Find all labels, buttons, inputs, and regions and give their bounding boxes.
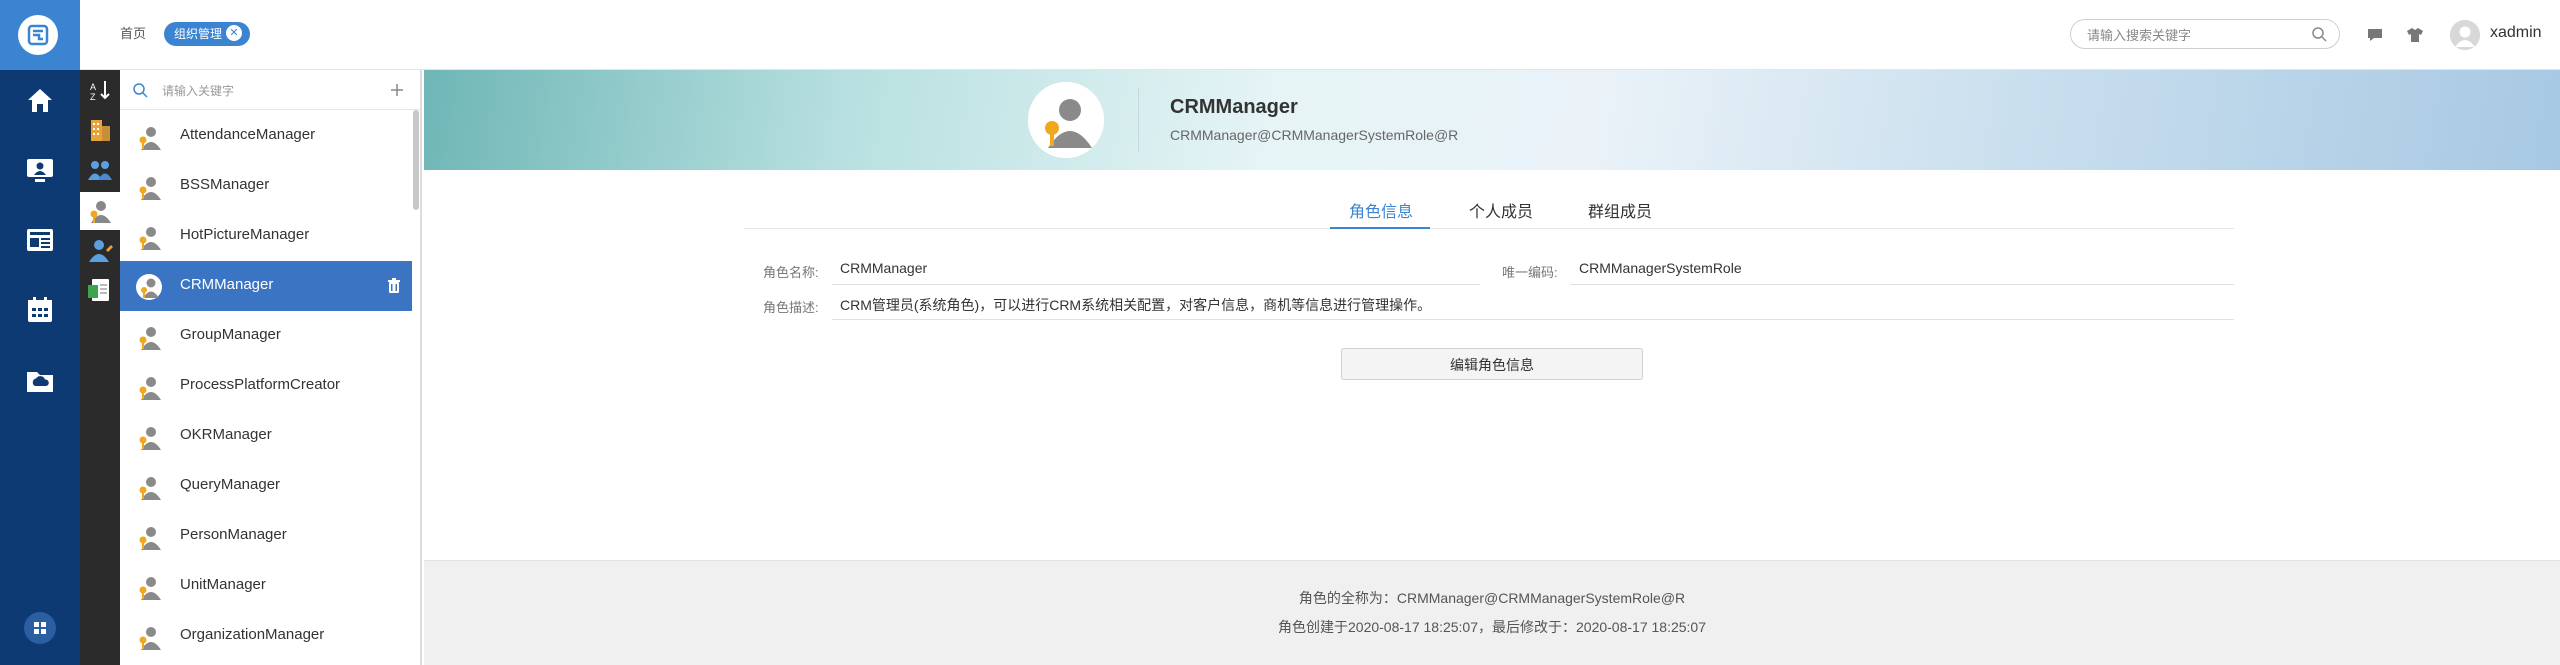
list-item[interactable]: BSSManager: [120, 161, 412, 211]
role-icon: [139, 427, 161, 450]
username[interactable]: xadmin: [2490, 24, 2542, 42]
monitor-person-icon[interactable]: [24, 154, 56, 186]
field-underline: [832, 284, 1480, 285]
search-icon[interactable]: [132, 82, 148, 98]
list-item-label: ProcessPlatformCreator: [180, 376, 341, 393]
list-item[interactable]: GroupManager: [120, 311, 412, 361]
app-logo-icon: [18, 15, 58, 55]
message-icon[interactable]: [2366, 26, 2384, 44]
role-icon: [139, 527, 161, 550]
role-full-id: CRMManager@CRMManagerSystemRole@R: [1170, 127, 1459, 143]
unique-code-value: CRMManagerSystemRole: [1579, 260, 1742, 276]
sort-icon[interactable]: AZ: [86, 76, 114, 104]
person-edit-icon[interactable]: [86, 236, 114, 264]
role-description-value: CRM管理员(系统角色)，可以进行CRM系统相关配置，对客户信息，商机等信息进行…: [840, 297, 1432, 313]
list-item[interactable]: OKRManager: [120, 411, 412, 461]
role-icon: [86, 197, 114, 225]
role-description-label: 角色描述:: [763, 300, 819, 315]
role-full-name-text: 角色的全称为：CRMManager@CRMManagerSystemRole@R: [1298, 590, 1686, 606]
role-icon: [139, 327, 161, 350]
list-search-input[interactable]: [160, 81, 364, 101]
role-name-value: CRMManager: [840, 260, 928, 276]
active-tab-indicator: [1330, 227, 1430, 229]
role-icon: [139, 477, 161, 500]
grid-apps-icon[interactable]: [24, 612, 56, 644]
edit-role-button[interactable]: 编辑角色信息: [1341, 348, 1643, 380]
list-item-label: AttendanceManager: [180, 126, 316, 143]
field-underline: [832, 319, 2234, 320]
field-underline: [1570, 284, 2234, 285]
list-item-label: CRMManager: [180, 276, 274, 293]
detail-footer: [424, 560, 2560, 665]
role-name-label: 角色名称:: [763, 265, 819, 280]
tab-personal-members[interactable]: 个人成员: [1469, 198, 1533, 222]
role-icon: [139, 377, 161, 400]
list-item[interactable]: ProcessPlatformCreator: [120, 361, 412, 411]
global-search: [2070, 19, 2340, 49]
unique-code-label: 唯一编码:: [1502, 265, 1558, 280]
list-item-label: OKRManager: [180, 426, 272, 443]
role-icon: [139, 127, 161, 150]
list-item-selected[interactable]: CRMManager: [120, 261, 412, 311]
tab-home[interactable]: 首页: [112, 22, 154, 46]
list-item-label: OrganizationManager: [180, 626, 325, 643]
tab-role-info[interactable]: 角色信息: [1349, 198, 1413, 222]
role-icon: [139, 577, 161, 600]
role-banner: [424, 70, 2560, 170]
list-item[interactable]: UnitManager: [120, 561, 412, 611]
home-icon[interactable]: [24, 84, 56, 116]
document-icon[interactable]: [86, 276, 114, 304]
close-tab-icon[interactable]: ✕: [226, 25, 242, 41]
cloud-folder-icon[interactable]: [24, 364, 56, 396]
role-icon: [139, 627, 161, 650]
list-item-label: GroupManager: [180, 326, 281, 343]
role-avatar: [1028, 82, 1104, 158]
list-item-label: PersonManager: [180, 526, 287, 543]
shirt-theme-icon[interactable]: [2406, 26, 2424, 44]
banner-divider: [1138, 88, 1139, 152]
role-icon: [136, 274, 162, 300]
list-item-label: BSSManager: [180, 176, 270, 193]
role-icon: [139, 177, 161, 200]
list-item[interactable]: PersonManager: [120, 511, 412, 561]
list-item[interactable]: AttendanceManager: [120, 111, 412, 161]
list-item[interactable]: HotPictureManager: [120, 211, 412, 261]
group-icon[interactable]: [86, 156, 114, 184]
list-item[interactable]: QueryManager: [120, 461, 412, 511]
trash-icon[interactable]: [386, 278, 402, 294]
list-item-label: UnitManager: [180, 576, 266, 593]
global-search-input[interactable]: [2085, 24, 2299, 46]
role-title: CRMManager: [1170, 96, 1298, 118]
search-icon[interactable]: [2311, 26, 2327, 42]
list-item-label: HotPictureManager: [180, 226, 310, 243]
svg-text:A: A: [90, 82, 96, 92]
svg-text:Z: Z: [90, 92, 96, 102]
list-item[interactable]: OrganizationManager: [120, 611, 412, 661]
list-search-bar: [120, 70, 420, 110]
role-icon: [139, 227, 161, 250]
role-timestamps-text: 角色创建于2020-08-17 18:25:07，最后修改于：2020-08-1…: [1278, 619, 1706, 635]
calendar-icon[interactable]: [24, 294, 56, 326]
tab-divider: [744, 228, 2234, 229]
user-avatar[interactable]: [2450, 20, 2480, 50]
tab-group-members[interactable]: 群组成员: [1588, 198, 1652, 222]
building-icon[interactable]: [86, 116, 114, 144]
newspaper-icon[interactable]: [24, 224, 56, 256]
list-item-label: QueryManager: [180, 476, 281, 493]
add-icon[interactable]: [390, 83, 404, 97]
list-scrollbar[interactable]: [413, 110, 419, 210]
